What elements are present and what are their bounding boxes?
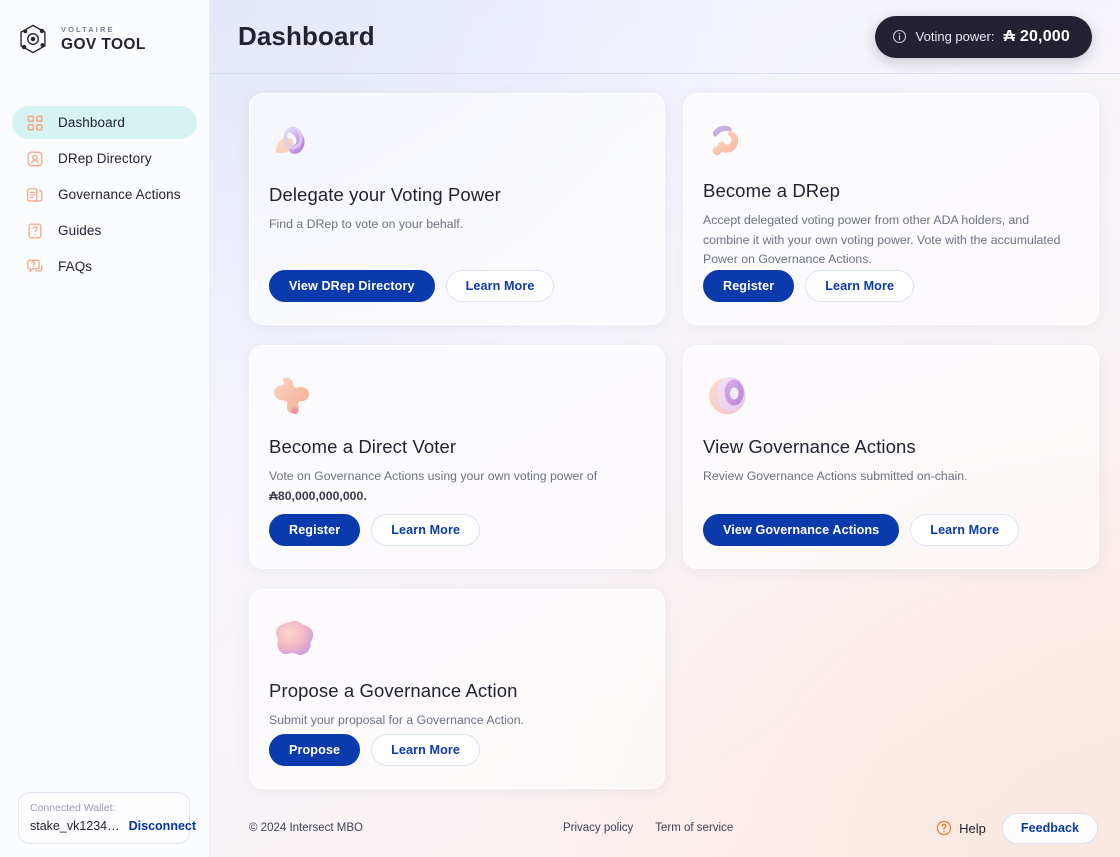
wallet-address: stake_vk1234… xyxy=(30,819,120,833)
card-description: Review Governance Actions submitted on-c… xyxy=(703,469,968,483)
card-view-governance-actions: View Governance Actions Review Governanc… xyxy=(683,345,1099,569)
chat-question-icon xyxy=(27,259,43,273)
card-delegate-voting-power: Delegate your Voting Power Find a DRep t… xyxy=(249,93,665,325)
sidebar-item-label: FAQs xyxy=(58,259,93,274)
feedback-button[interactable]: Feedback xyxy=(1001,812,1098,844)
sidebar-nav: Dashboard DRep Directory Governance Acti… xyxy=(0,106,209,286)
sidebar-item-label: DRep Directory xyxy=(58,151,152,166)
card-actions: Propose Learn More xyxy=(269,734,644,766)
card-actions: Register Learn More xyxy=(703,270,1078,302)
learn-more-button[interactable]: Learn More xyxy=(445,270,555,302)
card-title: Propose a Governance Action xyxy=(269,680,518,701)
card-description: Vote on Governance Actions using your ow… xyxy=(269,467,639,506)
card-actions: View Governance Actions Learn More xyxy=(703,514,1078,546)
footer-actions: Help Feedback xyxy=(936,812,1098,844)
ribbon-loop-illustration xyxy=(275,126,305,154)
card-description-amount: ₳80,000,000,000. xyxy=(269,488,367,503)
propose-button[interactable]: Propose xyxy=(269,734,361,766)
learn-more-button[interactable]: Learn More xyxy=(371,514,481,546)
brand-eyebrow: VOLTAIRE xyxy=(61,25,115,34)
learn-more-button[interactable]: Learn More xyxy=(805,270,915,302)
main-area: Dashboard Voting power: ₳ 20,000 Delegat… xyxy=(210,0,1120,857)
brand-logo[interactable]: VOLTAIRE GOV TOOL xyxy=(0,0,209,58)
dashboard-page: VOLTAIRE GOV TOOL Dashboard DRep Directo… xyxy=(0,0,1120,857)
footer-copyright: © 2024 Intersect MBO xyxy=(249,822,363,834)
learn-more-button[interactable]: Learn More xyxy=(910,514,1020,546)
layered-sphere-illustration xyxy=(709,376,746,415)
sidebar-item-faqs[interactable]: FAQs xyxy=(12,250,197,283)
card-actions: Register Learn More xyxy=(269,514,644,546)
sidebar-item-dashboard[interactable]: Dashboard xyxy=(12,106,197,139)
help-button[interactable]: Help xyxy=(936,820,986,836)
topbar: Dashboard Voting power: ₳ 20,000 xyxy=(210,0,1120,74)
view-governance-actions-button[interactable]: View Governance Actions xyxy=(703,514,900,546)
page-title: Dashboard xyxy=(238,21,375,51)
card-description: Find a DRep to vote on your behalf. xyxy=(269,217,464,231)
sidebar-item-drep-directory[interactable]: DRep Directory xyxy=(12,142,197,175)
card-description-text: Vote on Governance Actions using your ow… xyxy=(269,469,598,483)
card-title: Delegate your Voting Power xyxy=(269,184,501,205)
sidebar-item-label: Guides xyxy=(58,223,102,238)
term-of-service-link[interactable]: Term of service xyxy=(655,822,733,834)
voting-power-badge[interactable]: Voting power: ₳ 20,000 xyxy=(874,15,1092,58)
card-propose-a-governance-action: Propose a Governance Action Submit your … xyxy=(249,589,665,789)
card-title: Become a DRep xyxy=(703,179,841,201)
info-circle-icon xyxy=(892,29,906,44)
register-button[interactable]: Register xyxy=(703,270,795,302)
brand-name: GOV TOOL xyxy=(61,35,146,53)
sidebar-item-governance-actions[interactable]: Governance Actions xyxy=(12,178,197,211)
privacy-policy-link[interactable]: Privacy policy xyxy=(563,822,633,834)
voting-power-amount: ₳ 20,000 xyxy=(1003,27,1070,45)
hexagon-network-icon xyxy=(20,24,46,54)
sidebar-item-label: Governance Actions xyxy=(58,187,181,202)
card-become-a-direct-voter: Become a Direct Voter Vote on Governance… xyxy=(249,345,665,569)
sidebar-item-guides[interactable]: Guides xyxy=(12,214,197,247)
documents-icon xyxy=(26,187,43,202)
view-drep-directory-button[interactable]: View DRep Directory xyxy=(269,270,435,302)
card-description: Accept delegated voting power from other… xyxy=(703,212,1061,267)
register-button[interactable]: Register xyxy=(269,514,361,546)
card-title: View Governance Actions xyxy=(703,436,916,457)
peach-blob-illustration xyxy=(274,377,309,415)
user-badge-icon xyxy=(27,150,43,167)
cards-container: Delegate your Voting Power Find a DRep t… xyxy=(210,74,1120,799)
grid-dashboard-icon xyxy=(27,114,43,131)
card-actions: View DRep Directory Learn More xyxy=(269,270,644,302)
disconnect-button[interactable]: Disconnect xyxy=(129,819,196,833)
pink-cluster-illustration xyxy=(275,620,314,655)
sidebar-item-label: Dashboard xyxy=(58,115,125,130)
question-circle-icon xyxy=(936,820,952,836)
card-become-a-drep: Become a DRep Accept delegated voting po… xyxy=(683,93,1099,325)
voting-power-label: Voting power: xyxy=(915,29,995,44)
question-page-icon xyxy=(28,222,42,239)
footer-links: Privacy policy Term of service xyxy=(563,822,733,834)
card-description: Submit your proposal for a Governance Ac… xyxy=(269,713,524,727)
footer: © 2024 Intersect MBO Privacy policy Term… xyxy=(210,799,1120,857)
coral-swirl-illustration xyxy=(712,125,739,156)
help-label: Help xyxy=(959,820,986,836)
learn-more-button[interactable]: Learn More xyxy=(371,734,480,766)
sidebar: VOLTAIRE GOV TOOL Dashboard DRep Directo… xyxy=(0,0,210,857)
card-title: Become a Direct Voter xyxy=(269,436,457,457)
cards-grid: Delegate your Voting Power Find a DRep t… xyxy=(249,93,1099,789)
connected-wallet-box: Connected Wallet: stake_vk1234… Disconne… xyxy=(18,792,196,844)
connected-wallet-label: Connected Wallet: xyxy=(30,802,116,814)
